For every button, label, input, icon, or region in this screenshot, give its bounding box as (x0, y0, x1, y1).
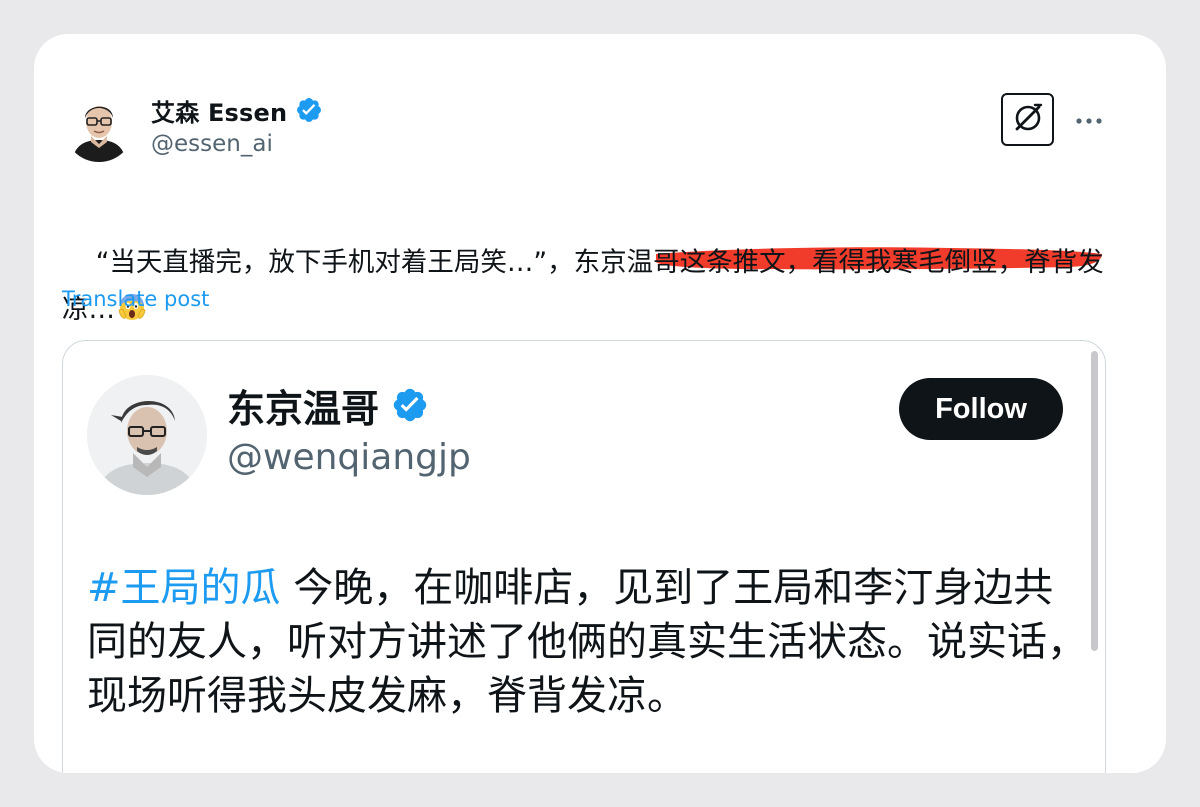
follow-button[interactable]: Follow (899, 378, 1063, 440)
quoted-author-display-name[interactable]: 东京温哥 (227, 378, 379, 433)
quoted-post-scrollbar[interactable] (1091, 351, 1098, 651)
translate-post-link[interactable]: Translate post (62, 287, 209, 311)
author-avatar[interactable] (64, 92, 134, 162)
quoted-post-text: #王局的瓜 今晚，在咖啡店，见到了王局和李汀身边共同的友人，听对方讲述了他俩的真… (87, 561, 1087, 723)
post-card: 艾森 Essen @essen_ai “当天直播完，放下手机对着王局笑…”，东京… (34, 34, 1166, 773)
more-options-button[interactable] (1072, 102, 1106, 136)
grok-icon (1011, 101, 1045, 139)
author-display-name[interactable]: 艾森 Essen (151, 93, 287, 128)
more-icon (1075, 110, 1103, 129)
quoted-author-name-row: 东京温哥 (227, 381, 429, 431)
hashtag-link[interactable]: #王局的瓜 (87, 565, 281, 611)
quoted-author-avatar[interactable] (87, 375, 207, 495)
author-handle[interactable]: @essen_ai (151, 131, 273, 157)
author-name-row: 艾森 Essen (151, 93, 323, 127)
quoted-post-card[interactable]: 东京温哥 @wenqiangjp Follow #王局的瓜 今晚，在咖啡店，见到… (62, 340, 1106, 773)
verified-badge-icon (295, 96, 323, 124)
quoted-author-handle[interactable]: @wenqiangjp (227, 437, 471, 478)
grok-button[interactable] (1001, 93, 1054, 146)
quoted-verified-badge-icon (391, 386, 429, 424)
post-text-content: “当天直播完，放下手机对着王局笑…”，东京温哥这条推文，看得我寒毛倒竖，脊背发凉… (62, 247, 1104, 325)
